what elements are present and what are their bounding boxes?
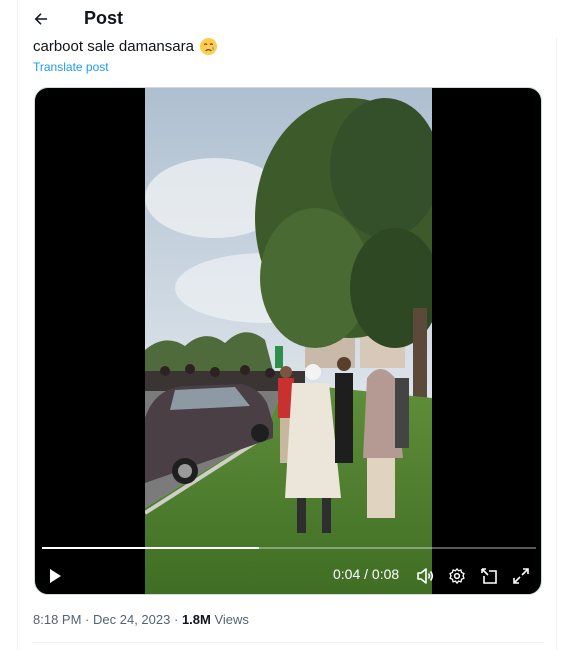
meta-separator-2: · (173, 612, 179, 627)
page-title: Post (84, 8, 124, 28)
volume-button[interactable] (413, 564, 437, 588)
post-text: carboot sale damansara (33, 37, 218, 56)
post-time[interactable]: 8:18 PM (33, 612, 81, 627)
arrow-left-icon (34, 13, 47, 25)
page-header: Post (18, 0, 558, 38)
settings-button[interactable] (445, 564, 469, 588)
picture-in-picture-icon (481, 568, 497, 584)
video-time: 0:04 / 0:08 (333, 566, 400, 582)
video-progress-fill (42, 547, 260, 549)
back-button[interactable] (26, 4, 56, 34)
post-text-content: carboot sale damansara (33, 38, 194, 55)
translate-post-link[interactable]: Translate post (33, 60, 109, 74)
fullscreen-icon (513, 568, 529, 584)
play-button[interactable] (43, 564, 67, 588)
video-player[interactable]: 0:04 / 0:08 (34, 87, 542, 595)
volume-icon (417, 568, 434, 584)
video-frame (145, 88, 432, 594)
divider (33, 642, 543, 643)
picture-in-picture-button[interactable] (477, 564, 501, 588)
post-detail-column: Post carboot sale damansara Translate po… (17, 0, 558, 650)
crying-face-emoji (199, 37, 217, 56)
video-progress-bar[interactable] (42, 547, 536, 549)
views-label: Views (214, 612, 249, 627)
post-date[interactable]: Dec 24, 2023 (93, 612, 170, 627)
views-count: 1.8M (181, 612, 211, 627)
post-meta: 8:18 PM · Dec 24, 2023 · 1.8M Views (33, 612, 249, 627)
play-icon (50, 569, 61, 583)
meta-separator: · (85, 612, 90, 627)
settings-icon (449, 568, 465, 584)
fullscreen-button[interactable] (509, 564, 533, 588)
